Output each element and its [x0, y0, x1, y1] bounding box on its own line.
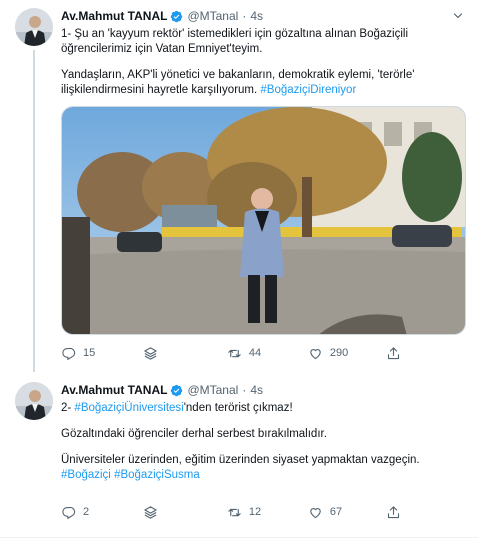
tweet-paragraph: 1- Şu an 'kayyum rektör' istemedikleri i… — [61, 28, 408, 55]
retweet-count: 44 — [248, 347, 262, 359]
like-count: 290 — [329, 347, 349, 359]
retweet-count: 12 — [248, 506, 262, 518]
tweet-paragraph: 2- #BoğaziçiÜniversitesi'nden terörist ç… — [61, 401, 466, 416]
thread-connector — [33, 50, 35, 372]
verified-badge-icon — [171, 384, 183, 396]
avatar-image — [15, 8, 53, 46]
reply-button[interactable]: 2 — [61, 505, 143, 520]
reply-button[interactable]: 15 — [61, 346, 143, 361]
verified-badge-icon — [171, 10, 183, 22]
avatar-image — [15, 382, 53, 420]
hashtag-link[interactable]: #BoğaziçiDireniyor — [260, 84, 356, 96]
tweet-paragraph: Gözaltındaki öğrenciler derhal serbest b… — [61, 428, 327, 440]
separator-dot: · — [242, 382, 247, 397]
like-button[interactable]: 290 — [308, 346, 386, 361]
author-handle[interactable]: @MTanal — [187, 9, 238, 24]
share-icon — [387, 506, 400, 519]
stack-button[interactable] — [143, 346, 227, 361]
hashtag-link[interactable]: #Boğaziçi — [61, 469, 111, 481]
stack-button[interactable] — [143, 505, 227, 520]
author-handle[interactable]: @MTanal — [187, 383, 238, 398]
tweet-time[interactable]: 4s — [250, 383, 263, 398]
share-button[interactable] — [386, 346, 401, 361]
author-name[interactable]: Av.Mahmut TANAL — [61, 383, 167, 398]
share-icon — [387, 347, 400, 360]
author-name[interactable]: Av.Mahmut TANAL — [61, 9, 167, 24]
tweet-time[interactable]: 4s — [250, 9, 263, 24]
retweet-button[interactable]: 12 — [227, 505, 308, 520]
stack-icon — [144, 506, 157, 519]
reply-count: 15 — [83, 347, 96, 359]
tweet-text-span: Üniversiteler üzerinden, eğitim üzerinde… — [61, 454, 420, 466]
reply-count: 2 — [83, 506, 90, 518]
tweet-text-span: 2- — [61, 402, 75, 414]
like-icon — [310, 508, 321, 519]
share-button[interactable] — [386, 505, 401, 520]
tweet-2[interactable]: Av.Mahmut TANAL @MTanal · 4s 2- #Boğaziç… — [0, 372, 478, 538]
like-icon — [310, 349, 321, 360]
tweet-text-span: Yandaşların, AKP'li yönetici ve bakanlar… — [61, 69, 415, 96]
avatar[interactable] — [15, 382, 53, 420]
stack-icon — [144, 347, 157, 360]
hashtag-link[interactable]: #BoğaziçiSusma — [114, 469, 200, 481]
tweet-1[interactable]: Av.Mahmut TANAL @MTanal · 4s 1- Şu an 'k… — [0, 0, 478, 372]
tweet-photo[interactable] — [61, 106, 466, 335]
retweet-icon — [228, 508, 241, 517]
tweet-text: 1- Şu an 'kayyum rektör' istemedikleri i… — [61, 27, 466, 98]
tweet-paragraph: Üniversiteler üzerinden, eğitim üzerinde… — [61, 453, 466, 483]
chevron-down-icon[interactable] — [452, 10, 464, 22]
retweet-button[interactable]: 44 — [227, 346, 308, 361]
reply-icon — [62, 506, 76, 519]
retweet-icon — [228, 349, 241, 358]
tweet-text-span: 'nden terörist çıkmaz! — [183, 402, 293, 414]
tweet-text: 2- #BoğaziçiÜniversitesi'nden terörist ç… — [61, 401, 466, 483]
photo-image — [62, 107, 465, 334]
tweet-actions: 15 44 290 — [61, 346, 401, 361]
tweet-actions: 2 12 67 — [61, 505, 401, 520]
avatar[interactable] — [15, 8, 53, 46]
like-button[interactable]: 67 — [308, 505, 386, 520]
hashtag-link[interactable]: #BoğaziçiÜniversitesi — [74, 402, 183, 414]
like-count: 67 — [329, 506, 343, 518]
separator-dot: · — [242, 8, 247, 23]
reply-icon — [62, 347, 76, 360]
tweet-paragraph: Yandaşların, AKP'li yönetici ve bakanlar… — [61, 68, 466, 98]
